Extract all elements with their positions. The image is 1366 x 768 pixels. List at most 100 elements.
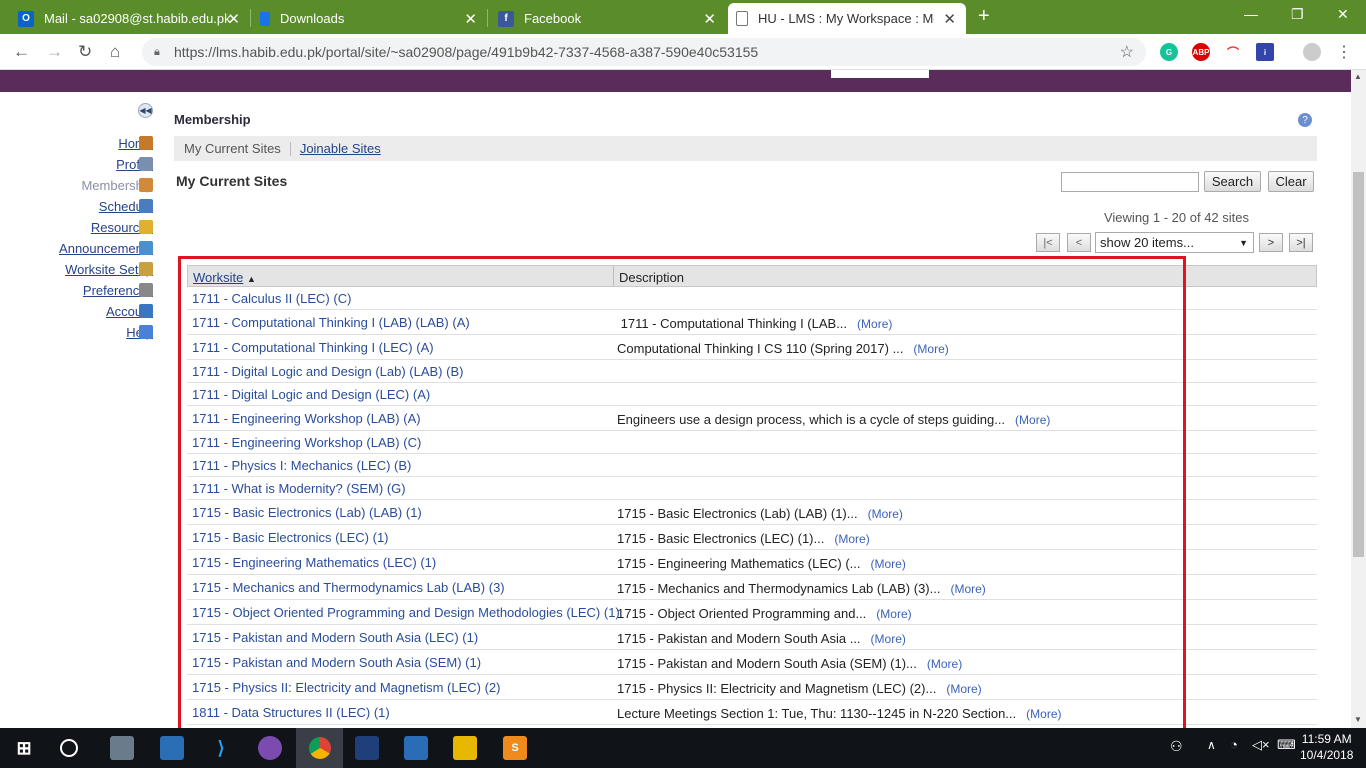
windows-start-icon[interactable]: ⊞ — [12, 736, 36, 760]
tab-lms[interactable]: HU - LMS : My Workspace : Mem ✕ — [728, 3, 966, 34]
adblock-icon[interactable]: ABP — [1192, 43, 1210, 61]
close-window-icon[interactable]: ✕ — [1337, 6, 1349, 23]
description-text: 1715 - Pakistan and Modern South Asia (S… — [617, 656, 917, 671]
address-bar[interactable]: 🔒︎ https://lms.habib.edu.pk/portal/site/… — [142, 38, 1146, 66]
bookmark-star-icon[interactable]: ☆ — [1120, 42, 1134, 62]
app-icon[interactable] — [355, 736, 379, 760]
back-icon[interactable]: ← — [13, 42, 30, 62]
close-icon[interactable]: ✕ — [703, 10, 716, 28]
tab-title: Facebook — [524, 11, 582, 26]
worksite-link[interactable]: 1715 - Pakistan and Modern South Asia (L… — [192, 630, 478, 645]
more-link[interactable]: (More) — [913, 342, 948, 356]
worksite-link[interactable]: 1715 - Mechanics and Thermodynamics Lab … — [192, 580, 505, 595]
home-button-icon[interactable]: ⌂ — [110, 42, 120, 62]
app-icon[interactable] — [258, 736, 282, 760]
explorer-app-icon[interactable] — [160, 736, 184, 760]
more-link[interactable]: (More) — [871, 557, 906, 571]
cortana-icon[interactable] — [60, 739, 78, 757]
forward-icon[interactable]: → — [46, 42, 63, 62]
more-link[interactable]: (More) — [834, 532, 869, 546]
worksite-link[interactable]: 1715 - Physics II: Electricity and Magne… — [192, 680, 501, 695]
grammarly-icon[interactable]: G — [1160, 43, 1178, 61]
close-icon[interactable]: ✕ — [227, 10, 240, 28]
more-link[interactable]: (More) — [950, 582, 985, 596]
worksite-link[interactable]: 1715 - Engineering Mathematics (LEC) (1) — [192, 555, 436, 570]
site-description: 1715 - Basic Electronics (LEC) (1)... (Mo… — [617, 531, 870, 546]
extension-icon[interactable]: i — [1256, 43, 1274, 61]
prev-page-button[interactable]: < — [1067, 233, 1091, 252]
close-icon[interactable]: ✕ — [464, 10, 477, 28]
more-link[interactable]: (More) — [946, 682, 981, 696]
language-icon[interactable]: ⌨ — [1277, 737, 1296, 753]
description-text: 1711 - Computational Thinking I (LAB... — [617, 316, 848, 331]
photos-icon[interactable] — [404, 736, 428, 760]
worksite-link[interactable]: 1711 - Engineering Workshop (LAB) (C) — [192, 435, 421, 450]
chevron-up-icon[interactable]: ∧ — [1207, 738, 1216, 752]
clear-button[interactable]: Clear — [1268, 171, 1314, 192]
reload-icon[interactable]: ↻ — [78, 42, 92, 62]
close-icon[interactable]: ✕ — [943, 10, 956, 28]
more-link[interactable]: (More) — [876, 607, 911, 621]
more-link[interactable]: (More) — [857, 317, 892, 331]
vscode-icon[interactable]: ⟩ — [209, 736, 233, 760]
menu-dots-icon[interactable]: ⋮ — [1336, 42, 1352, 62]
collapse-nav-icon[interactable]: ◀◀ — [138, 103, 153, 118]
last-page-button[interactable]: >| — [1289, 233, 1313, 252]
tab-mail[interactable]: O Mail - sa02908@st.habib.edu.pk ✕ — [10, 3, 250, 34]
table-row: 1811 - Data Structures II (LEC) (1) Lectu… — [187, 700, 1317, 725]
worksite-link[interactable]: 1711 - What is Modernity? (SEM) (G) — [192, 481, 406, 496]
minimize-icon[interactable]: — — [1244, 6, 1258, 22]
browser-tab-bar: O Mail - sa02908@st.habib.edu.pk ✕ Downl… — [0, 0, 1366, 34]
worksite-link[interactable]: 1711 - Digital Logic and Design (Lab) (L… — [192, 364, 463, 379]
column-header-worksite[interactable]: Worksite ▲ — [193, 270, 256, 285]
volume-muted-icon[interactable]: ◁× — [1252, 737, 1270, 753]
worksite-link[interactable]: 1711 - Calculus II (LEC) (C) — [192, 291, 351, 306]
help-icon[interactable]: ? — [1298, 113, 1312, 127]
computer-icon[interactable] — [110, 736, 134, 760]
first-page-button[interactable]: |< — [1036, 233, 1060, 252]
page-size-select[interactable]: show 20 items... ▼ — [1095, 232, 1254, 253]
profile-avatar-icon[interactable] — [1303, 43, 1321, 61]
next-page-button[interactable]: > — [1259, 233, 1283, 252]
more-link[interactable]: (More) — [927, 657, 962, 671]
people-icon[interactable]: ⚇ — [1170, 738, 1183, 755]
worksite-link[interactable]: 1715 - Basic Electronics (LEC) (1) — [192, 530, 389, 545]
worksite-link[interactable]: 1711 - Physics I: Mechanics (LEC) (B) — [192, 458, 411, 473]
scrollbar-thumb[interactable] — [1353, 172, 1364, 557]
tab-facebook[interactable]: f Facebook ✕ — [490, 3, 726, 34]
worksite-link[interactable]: 1811 - Data Structures II (LEC) (1) — [192, 705, 390, 720]
worksite-link[interactable]: 1715 - Basic Electronics (Lab) (LAB) (1) — [192, 505, 422, 520]
more-link[interactable]: (More) — [871, 632, 906, 646]
table-row: 1715 - Basic Electronics (Lab) (LAB) (1)… — [187, 500, 1317, 525]
worksite-link[interactable]: 1711 - Digital Logic and Design (LEC) (A… — [192, 387, 430, 402]
chrome-taskbar-button[interactable] — [296, 728, 343, 768]
megaphone-icon — [139, 241, 153, 255]
search-input[interactable] — [1061, 172, 1199, 192]
worksite-link[interactable]: 1711 - Computational Thinking I (LEC) (A… — [192, 340, 434, 355]
worksite-link[interactable]: 1715 - Object Oriented Programming and D… — [192, 605, 620, 620]
worksite-link[interactable]: 1715 - Pakistan and Modern South Asia (S… — [192, 655, 481, 670]
wifi-icon[interactable]: ◔ — [1230, 737, 1238, 752]
tab-joinable-sites[interactable]: Joinable Sites — [300, 141, 381, 156]
worksite-link[interactable]: 1711 - Engineering Workshop (LAB) (A) — [192, 411, 421, 426]
tab-downloads[interactable]: Downloads ✕ — [252, 3, 487, 34]
new-tab-button[interactable]: + — [978, 5, 990, 28]
more-link[interactable]: (More) — [868, 507, 903, 521]
worksite-link[interactable]: 1711 - Computational Thinking I (LAB) (L… — [192, 315, 470, 330]
restore-icon[interactable]: ❐ — [1291, 6, 1304, 23]
gear-icon — [139, 283, 153, 297]
more-link[interactable]: (More) — [1026, 707, 1061, 721]
extension-icon[interactable]: ⌒ — [1224, 43, 1242, 61]
more-sites-dropdown[interactable] — [831, 70, 929, 78]
clock-date: 10/4/2018 — [1300, 748, 1354, 762]
description-text: Computational Thinking I CS 110 (Spring … — [617, 341, 904, 356]
sublime-icon[interactable]: S — [503, 736, 527, 760]
table-row: 1715 - Engineering Mathematics (LEC) (1)… — [187, 550, 1317, 575]
vertical-scrollbar[interactable]: ▲ ▼ — [1351, 70, 1366, 728]
folder-taskbar-icon[interactable] — [453, 736, 477, 760]
search-button[interactable]: Search — [1204, 171, 1261, 192]
more-link[interactable]: (More) — [1015, 413, 1050, 427]
system-clock[interactable]: 11:59 AM 10/4/2018 — [1300, 731, 1353, 763]
sort-ascending-icon: ▲ — [246, 274, 256, 284]
table-row: 1711 - Digital Logic and Design (Lab) (L… — [187, 360, 1317, 383]
